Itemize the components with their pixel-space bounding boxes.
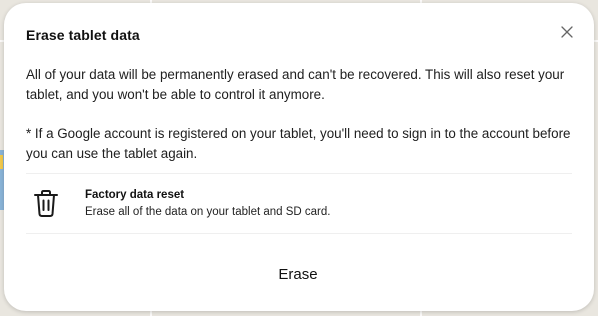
close-button[interactable] (556, 21, 578, 43)
warning-text: All of your data will be permanently era… (26, 67, 565, 102)
factory-data-reset-option[interactable]: Factory data reset Erase all of the data… (26, 179, 572, 229)
erase-tablet-dialog: Erase tablet data All of your data will … (4, 3, 594, 311)
erase-button[interactable]: Erase (239, 259, 357, 289)
dialog-title: Erase tablet data (26, 27, 140, 43)
divider (26, 233, 572, 234)
trash-icon (34, 190, 58, 217)
option-title: Factory data reset (85, 189, 185, 201)
divider (26, 173, 572, 174)
google-account-note: * If a Google account is registered on y… (26, 126, 571, 161)
option-description: Erase all of the data on your tablet and… (85, 206, 331, 218)
close-icon (561, 26, 573, 38)
map-highway (0, 155, 3, 169)
